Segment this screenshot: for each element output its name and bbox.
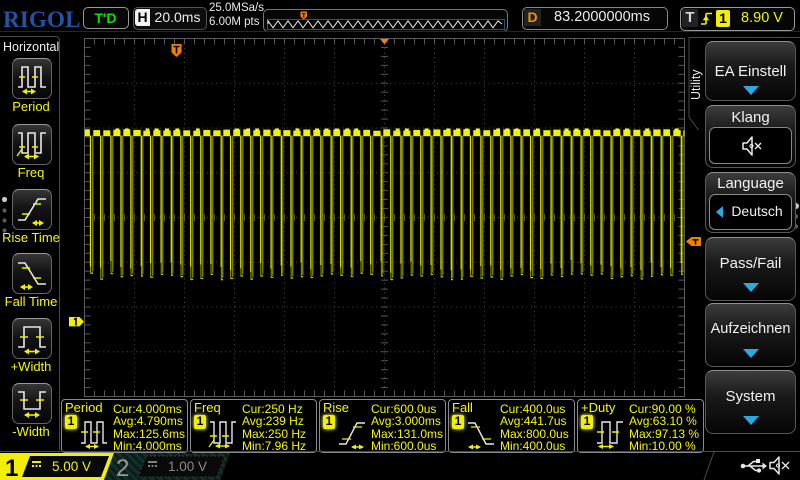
svg-text:5.00 V: 5.00 V — [52, 459, 91, 474]
svg-text:2: 2 — [116, 455, 129, 480]
svg-text:1: 1 — [5, 455, 18, 480]
svg-text:1.00 V: 1.00 V — [168, 459, 207, 474]
svg-text:Utility: Utility — [689, 69, 703, 100]
